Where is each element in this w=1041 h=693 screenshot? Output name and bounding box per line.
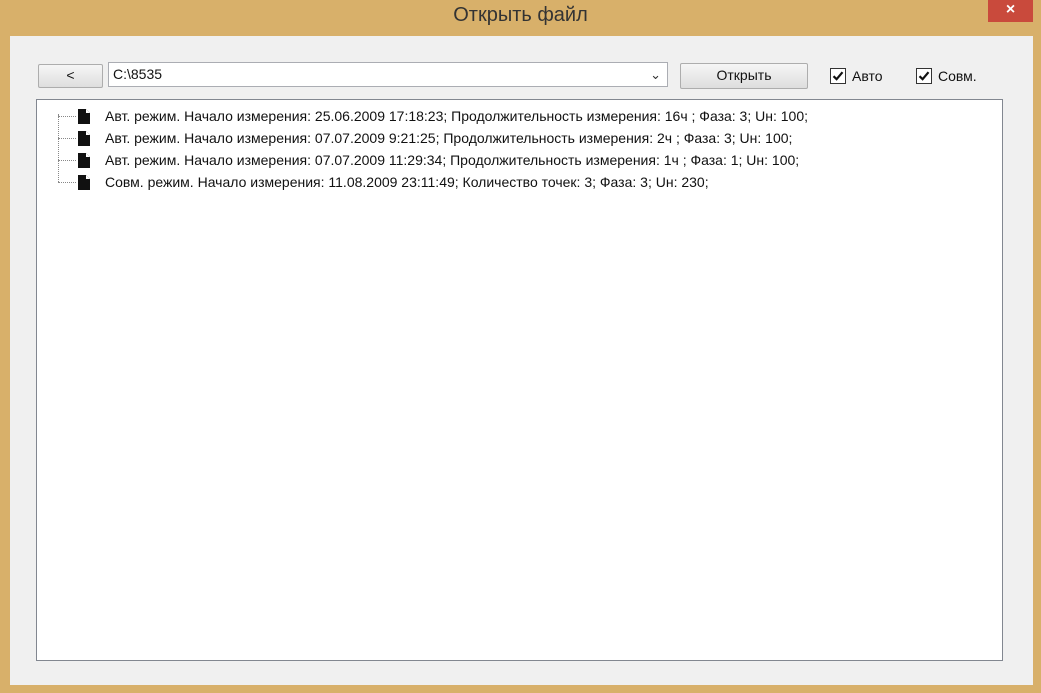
auto-checkbox-label: Авто (852, 68, 883, 84)
tree-branch-line (58, 116, 76, 117)
tree-item[interactable]: Авт. режим. Начало измерения: 07.07.2009… (37, 129, 977, 149)
tree-branch-line (58, 138, 76, 139)
path-input[interactable]: C:\8535 (113, 66, 162, 82)
checkbox-auto-box[interactable] (830, 68, 846, 84)
back-button[interactable]: < (38, 64, 103, 88)
file-icon (78, 175, 90, 190)
file-icon (78, 109, 90, 124)
checkbox-sovm-box[interactable] (916, 68, 932, 84)
window-title: Открыть файл (453, 4, 588, 26)
check-icon (918, 71, 930, 81)
tree-item-label: Совм. режим. Начало измерения: 11.08.200… (105, 174, 709, 190)
chevron-down-icon[interactable]: ⌄ (650, 67, 661, 83)
file-tree[interactable]: Авт. режим. Начало измерения: 25.06.2009… (36, 99, 1003, 661)
close-icon: × (1005, 1, 1016, 18)
file-icon (78, 131, 90, 146)
tree-item-label: Авт. режим. Начало измерения: 07.07.2009… (105, 130, 793, 146)
sovm-checkbox[interactable]: Совм. (916, 66, 977, 86)
path-combobox[interactable]: C:\8535 ⌄ (108, 62, 668, 87)
check-icon (832, 71, 844, 81)
tree-item[interactable]: Совм. режим. Начало измерения: 11.08.200… (37, 173, 977, 193)
file-icon (78, 153, 90, 168)
tree-item-label: Авт. режим. Начало измерения: 07.07.2009… (105, 152, 800, 168)
tree-item-label: Авт. режим. Начало измерения: 25.06.2009… (105, 108, 808, 124)
title-bar[interactable]: Открыть файл × (0, 0, 1041, 36)
tree-item[interactable]: Авт. режим. Начало измерения: 07.07.2009… (37, 151, 977, 171)
auto-checkbox[interactable]: Авто (830, 66, 883, 86)
close-button[interactable]: × (988, 0, 1033, 22)
tree-branch-line (58, 182, 76, 183)
tree-branch-line (58, 160, 76, 161)
dialog-client-area: < C:\8535 ⌄ Открыть Авто Совм. Авт. режи… (10, 36, 1033, 685)
open-button[interactable]: Открыть (680, 63, 808, 89)
tree-item[interactable]: Авт. режим. Начало измерения: 25.06.2009… (37, 107, 977, 127)
open-file-dialog: Открыть файл × < C:\8535 ⌄ Открыть Авто (0, 0, 1041, 693)
sovm-checkbox-label: Совм. (938, 68, 977, 84)
